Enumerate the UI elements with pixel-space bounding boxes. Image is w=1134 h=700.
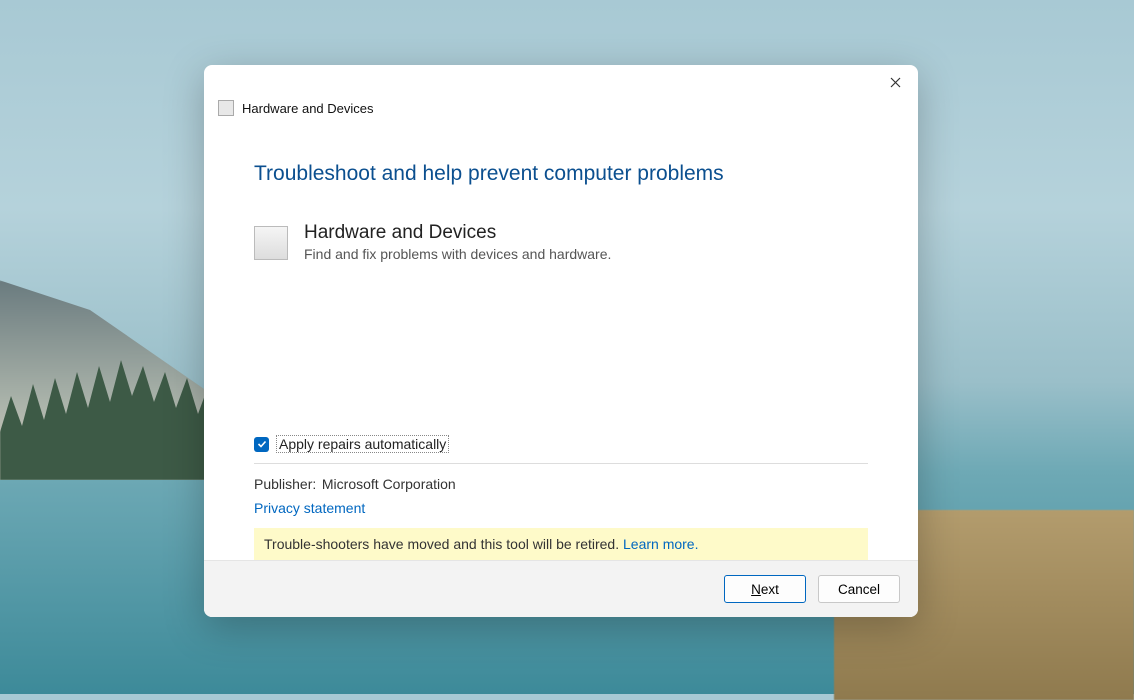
notice-text: Trouble-shooters have moved and this too… (264, 536, 623, 552)
troubleshooter-icon (218, 100, 234, 116)
apply-repairs-option[interactable]: Apply repairs automatically (254, 435, 868, 453)
next-accelerator: N (751, 582, 761, 597)
dialog-footer: Next Cancel (204, 560, 918, 617)
troubleshooter-dialog: Hardware and Devices Troubleshoot and he… (204, 65, 918, 617)
page-heading: Troubleshoot and help prevent computer p… (254, 162, 868, 186)
apply-repairs-checkbox[interactable] (254, 437, 269, 452)
retirement-notice: Trouble-shooters have moved and this too… (254, 528, 868, 560)
publisher-label: Publisher: (254, 476, 318, 492)
check-icon (257, 439, 267, 449)
dialog-header: Hardware and Devices (204, 100, 918, 124)
dialog-content: Troubleshoot and help prevent computer p… (204, 124, 918, 560)
publisher-row: Publisher: Microsoft Corporation (254, 476, 868, 492)
dialog-title: Hardware and Devices (242, 101, 374, 116)
next-suffix: ext (761, 582, 779, 597)
apply-repairs-label: Apply repairs automatically (276, 435, 449, 453)
privacy-statement-link[interactable]: Privacy statement (254, 500, 868, 516)
troubleshooter-item: Hardware and Devices Find and fix proble… (254, 222, 868, 262)
publisher-value: Microsoft Corporation (322, 476, 456, 492)
next-button[interactable]: Next (724, 575, 806, 603)
item-description: Find and fix problems with devices and h… (304, 246, 611, 262)
close-icon (890, 77, 901, 88)
item-title: Hardware and Devices (304, 222, 611, 244)
hardware-icon (254, 226, 288, 260)
divider (254, 463, 868, 464)
cancel-button[interactable]: Cancel (818, 575, 900, 603)
close-button[interactable] (872, 67, 918, 99)
titlebar (204, 65, 918, 100)
learn-more-link[interactable]: Learn more. (623, 536, 698, 552)
